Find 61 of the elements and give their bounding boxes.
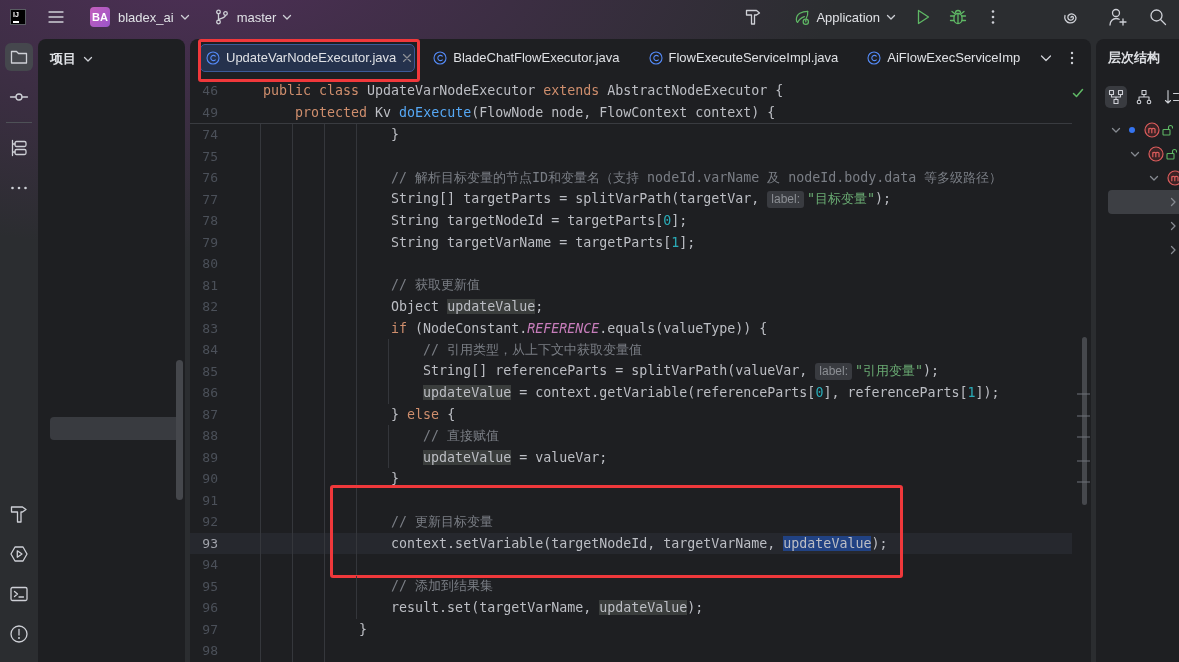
code-line: // 解析目标变量的节点ID和变量名（支持 nodeId.varName 及 nodeId.body.data 等多级路径） <box>391 168 1003 187</box>
code-line: result.set(targetVarName, updateValue); <box>391 600 704 616</box>
code-line: // 更新目标变量 <box>391 512 494 531</box>
code-line: updateValue = context.getVariable(referenceParts[0], referenceParts[1]); <box>423 385 1000 401</box>
circle-c-icon <box>433 50 448 65</box>
check-icon[interactable] <box>1072 87 1084 99</box>
chevron-down-icon <box>179 12 190 22</box>
close-icon[interactable] <box>403 53 412 62</box>
code-line: updateValue = valueVar; <box>423 449 608 465</box>
line-number: 93 <box>202 535 218 551</box>
code-line: // 添加到结果集 <box>391 577 494 596</box>
code-line: } <box>391 127 400 143</box>
editor-tab[interactable]: BladeChatFlowExecutor.java <box>427 43 631 72</box>
lock-icon <box>1162 124 1174 136</box>
editor-tab[interactable]: FlowExecuteServiceImpl.java <box>642 43 850 72</box>
editor-tab[interactable]: AiFlowExecServiceImp <box>861 43 1032 72</box>
panel-title: 层次结构 <box>1108 50 1160 67</box>
chevron-right-icon[interactable] <box>1168 197 1178 207</box>
chevron-down-icon[interactable] <box>1130 149 1140 159</box>
code-line: protected Kv doExecute(FlowNode node, FlowContext context) { <box>295 104 776 120</box>
circle-c-icon <box>648 50 663 65</box>
chevron-down-icon[interactable] <box>1149 173 1159 183</box>
menu-icon[interactable] <box>47 8 65 26</box>
code-line: String targetNodeId = targetParts[0]; <box>391 213 688 229</box>
run-config-selector[interactable]: Application <box>794 4 896 30</box>
code-line: } <box>359 621 368 637</box>
circle-c-icon <box>206 50 220 65</box>
code-line: // 引用类型，从上下文中获取变量值 <box>423 340 643 359</box>
chevron-down-icon[interactable] <box>1111 125 1121 135</box>
chevron-right-icon[interactable] <box>1168 221 1178 231</box>
circle-c-icon <box>867 50 882 65</box>
code-line: String[] targetParts = splitVarPath(targetVar, label: "目标变量"); <box>391 190 892 209</box>
hammer-icon[interactable] <box>744 8 763 26</box>
code-line: String[] referenceParts = splitVarPath(valueVar, label: "引用变量"); <box>423 362 940 381</box>
chevron-down-icon <box>282 12 293 22</box>
lock-icon <box>1166 148 1178 160</box>
circle-m-icon <box>1167 170 1179 186</box>
chevron-down-icon <box>886 12 896 22</box>
scrollbar-thumb[interactable] <box>176 360 183 500</box>
code-line: // 获取更新值 <box>391 276 481 295</box>
branch-selector[interactable]: master <box>213 4 293 30</box>
search-icon[interactable] <box>1149 8 1167 26</box>
chevron-down-icon[interactable] <box>83 54 93 64</box>
code-line: public class UpdateVarNodeExecutor extends AbstractNodeExecutor { <box>263 83 784 99</box>
code-line: String targetVarName = targetParts[1]; <box>391 234 696 250</box>
leaf-power-icon <box>794 8 812 26</box>
code-line: context.setVariable(targetNodeId, targetVarName, updateValue); <box>391 535 888 551</box>
project-selector[interactable]: BA bladex_ai <box>90 4 190 30</box>
code-line: if (NodeConstant.REFERENCE.equals(valueType)) { <box>391 320 768 336</box>
code-line: } else { <box>391 406 456 422</box>
bug-icon[interactable] <box>949 8 967 26</box>
add-user-icon[interactable] <box>1108 7 1128 27</box>
panel-title[interactable]: 项目 <box>50 50 76 68</box>
circle-m-icon <box>1148 146 1164 162</box>
circle-m-icon <box>1144 122 1160 138</box>
scrollbar[interactable] <box>1076 337 1090 505</box>
code-line: // 直接赋值 <box>423 426 500 445</box>
chevron-right-icon[interactable] <box>1168 245 1178 255</box>
branch-icon <box>213 9 230 25</box>
code-line: } <box>391 471 400 487</box>
project-badge: BA <box>90 7 110 27</box>
